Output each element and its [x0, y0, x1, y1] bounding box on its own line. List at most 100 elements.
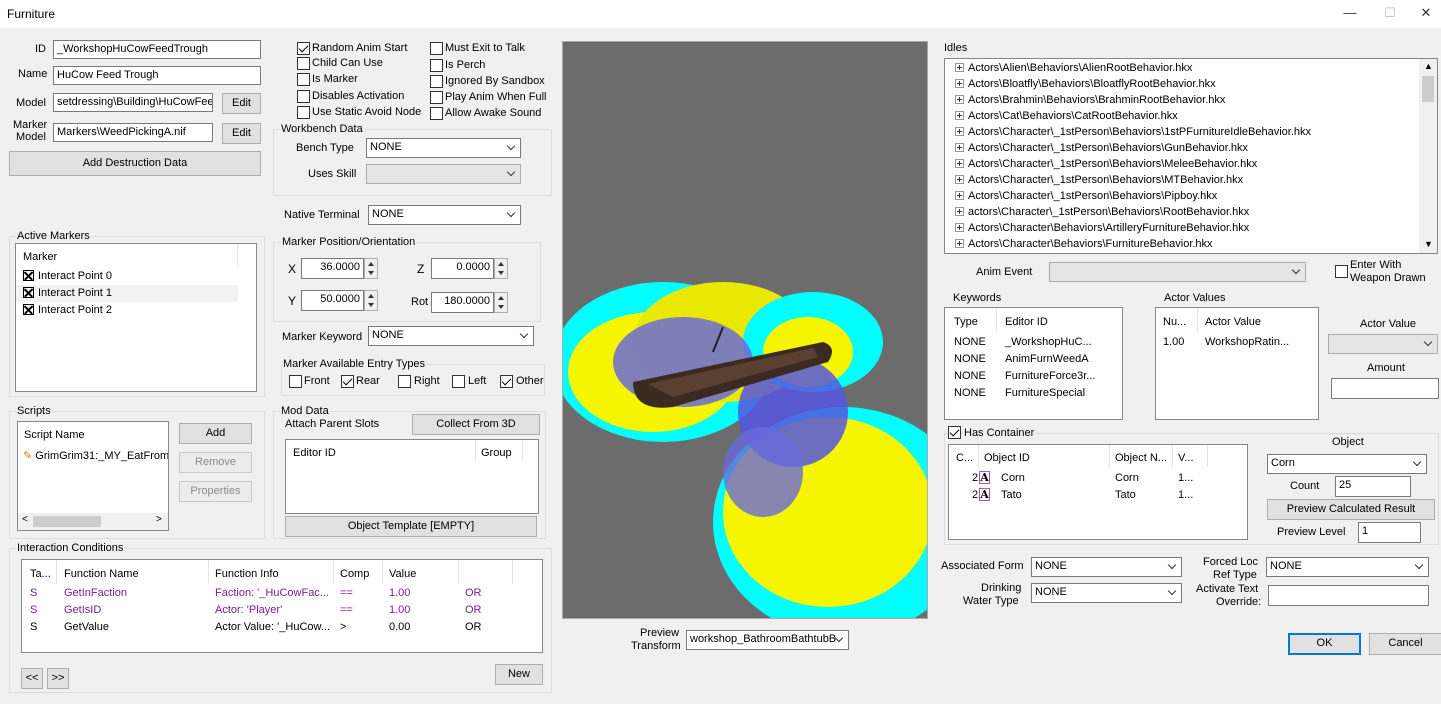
ok-button[interactable]: OK [1288, 633, 1361, 655]
anim-event-select[interactable] [1049, 262, 1306, 282]
next-page-button[interactable]: >> [47, 668, 69, 689]
scroll-right-icon[interactable]: > [156, 514, 162, 525]
add-destruction-data-button[interactable]: Add Destruction Data [9, 151, 261, 176]
uses-skill-select[interactable] [366, 164, 521, 184]
rot-field[interactable]: 180.0000 [431, 292, 494, 313]
minimize-button[interactable]: — [1340, 5, 1360, 23]
previous-page-button[interactable]: << [21, 668, 43, 689]
id-field[interactable]: _WorkshopHuCowFeedTrough [53, 40, 261, 59]
x-field[interactable]: 36.0000 [301, 258, 364, 279]
rot-spinner[interactable] [494, 292, 508, 313]
add-script-button[interactable]: Add [179, 423, 252, 444]
associated-form-select[interactable]: NONE [1031, 557, 1182, 577]
tree-item[interactable]: Actors\Brahmin\Behaviors\BrahminRootBeha… [955, 94, 1225, 106]
tree-item[interactable]: Actors\Character\_1stPerson\Behaviors\MT… [955, 174, 1243, 186]
tree-item[interactable]: Actors\Alien\Behaviors\AlienRootBehavior… [955, 62, 1192, 74]
list-item[interactable]: Interact Point 0 [23, 270, 112, 282]
y-spinner[interactable] [364, 290, 378, 311]
table-row[interactable]: 1.00 [1163, 336, 1184, 348]
front-checkbox[interactable] [289, 375, 302, 388]
expand-icon[interactable] [955, 191, 964, 200]
expand-icon[interactable] [955, 207, 964, 216]
x-spinner[interactable] [364, 258, 378, 279]
scripts-list[interactable]: Script Name ✎ GrimGrim31:_MY_EatFromT < … [17, 421, 169, 531]
expand-icon[interactable] [955, 239, 964, 248]
must-exit-to-talk-checkbox[interactable] [430, 42, 443, 55]
tree-item[interactable]: Actors\Bloatfly\Behaviors\BloatflyRootBe… [955, 78, 1216, 90]
y-field[interactable]: 50.0000 [301, 290, 364, 311]
close-button[interactable]: ✕ [1416, 5, 1436, 23]
keywords-table[interactable]: Type Editor ID NONE _WorkshopHuC... NONE… [944, 307, 1123, 420]
remove-script-button[interactable]: Remove [179, 452, 252, 473]
expand-icon[interactable] [955, 95, 964, 104]
expand-icon[interactable] [955, 79, 964, 88]
conditions-table[interactable]: Ta... Function Name Function Info Comp V… [21, 559, 543, 653]
table-row[interactable]: NONE [954, 370, 986, 382]
table-row[interactable]: S GetInFaction Faction: '_HuCowFac... ==… [22, 587, 542, 603]
table-row[interactable]: 2 A Tato Tato 1... [949, 488, 1247, 504]
object-select[interactable]: Corn [1267, 454, 1427, 474]
expand-icon[interactable] [955, 175, 964, 184]
model-edit-button[interactable]: Edit [222, 93, 261, 114]
tree-item[interactable]: Actors\Character\Behaviors\ArtilleryFurn… [955, 222, 1249, 234]
tree-item[interactable]: actors\Character\_1stPerson\Behaviors\Ro… [955, 206, 1249, 218]
table-row[interactable]: 2 A Corn Corn 1... [949, 471, 1247, 487]
new-condition-button[interactable]: New [495, 664, 543, 685]
scripts-scrollbar[interactable]: < > [18, 513, 168, 530]
activate-text-override-field[interactable] [1268, 585, 1429, 606]
amount-field[interactable] [1331, 378, 1439, 399]
use-static-avoid-node-checkbox[interactable] [297, 106, 310, 119]
z-field[interactable]: 0.0000 [431, 258, 494, 279]
preview-level-field[interactable]: 1 [1358, 522, 1421, 543]
expand-icon[interactable] [955, 159, 964, 168]
actor-value-select[interactable] [1328, 334, 1438, 354]
drinking-water-type-select[interactable]: NONE [1031, 583, 1182, 603]
count-field[interactable]: 25 [1335, 476, 1411, 497]
collect-from-3d-button[interactable]: Collect From 3D [412, 414, 540, 435]
table-row[interactable]: S GetValue Actor Value: '_HuCow... > 0.0… [22, 621, 542, 637]
cancel-button[interactable]: Cancel [1369, 633, 1441, 655]
native-terminal-select[interactable]: NONE [368, 205, 521, 225]
table-row[interactable]: NONE [954, 336, 986, 348]
expand-icon[interactable] [955, 63, 964, 72]
left-checkbox[interactable] [452, 375, 465, 388]
ignored-by-sandbox-checkbox[interactable] [430, 75, 443, 88]
expand-icon[interactable] [955, 143, 964, 152]
disables-activation-checkbox[interactable] [297, 90, 310, 103]
is-marker-checkbox[interactable] [297, 73, 310, 86]
preview-calculated-result-button[interactable]: Preview Calculated Result [1267, 499, 1435, 520]
tree-item[interactable]: Actors\Cat\Behaviors\CatRootBehavior.hkx [955, 110, 1178, 122]
has-container-checkbox[interactable] [948, 426, 961, 439]
idles-scrollbar[interactable]: ▲ ▼ [1419, 59, 1437, 253]
tree-item[interactable]: Actors\Character\_1stPerson\Behaviors\Gu… [955, 142, 1248, 154]
maximize-button[interactable]: ☐ [1380, 5, 1400, 23]
right-checkbox[interactable] [398, 375, 411, 388]
play-anim-when-full-checkbox[interactable] [430, 91, 443, 104]
other-checkbox[interactable] [500, 375, 513, 388]
scroll-left-icon[interactable]: < [22, 514, 28, 525]
marker-model-edit-button[interactable]: Edit [222, 123, 261, 144]
marker-model-field[interactable]: Markers\WeedPickingA.nif [53, 123, 213, 142]
is-perch-checkbox[interactable] [430, 59, 443, 72]
marker-keyword-select[interactable]: NONE [368, 326, 534, 346]
expand-icon[interactable] [955, 127, 964, 136]
list-item[interactable]: Interact Point 2 [23, 304, 112, 316]
tree-item[interactable]: Actors\Character\_1stPerson\Behaviors\1s… [955, 126, 1311, 138]
tree-item[interactable]: Actors\Character\Behaviors\FurnitureBeha… [955, 238, 1213, 250]
list-item[interactable]: Interact Point 1 [23, 287, 112, 299]
child-can-use-checkbox[interactable] [297, 57, 310, 70]
actor-values-table[interactable]: Nu... Actor Value 1.00 WorkshopRatin... [1155, 307, 1319, 420]
forced-loc-ref-type-select[interactable]: NONE [1266, 557, 1429, 577]
object-template-button[interactable]: Object Template [EMPTY] [285, 516, 537, 537]
tree-item[interactable]: Actors\Character\_1stPerson\Behaviors\Me… [955, 158, 1257, 170]
random-anim-start-checkbox[interactable] [297, 42, 310, 55]
expand-icon[interactable] [955, 111, 964, 120]
name-field[interactable]: HuCow Feed Trough [53, 66, 261, 85]
list-item[interactable]: ✎ GrimGrim31:_MY_EatFromT [23, 449, 168, 462]
bench-type-select[interactable]: NONE [366, 138, 521, 158]
table-row[interactable]: S GetIsID Actor: 'Player' == 1.00 OR [22, 604, 542, 620]
model-field[interactable]: setdressing\Building\HuCowFeed [53, 93, 213, 112]
idles-tree[interactable]: Actors\Alien\Behaviors\AlienRootBehavior… [944, 58, 1438, 254]
z-spinner[interactable] [494, 258, 508, 279]
tree-item[interactable]: Actors\Character\_1stPerson\Behaviors\Pi… [955, 190, 1217, 202]
